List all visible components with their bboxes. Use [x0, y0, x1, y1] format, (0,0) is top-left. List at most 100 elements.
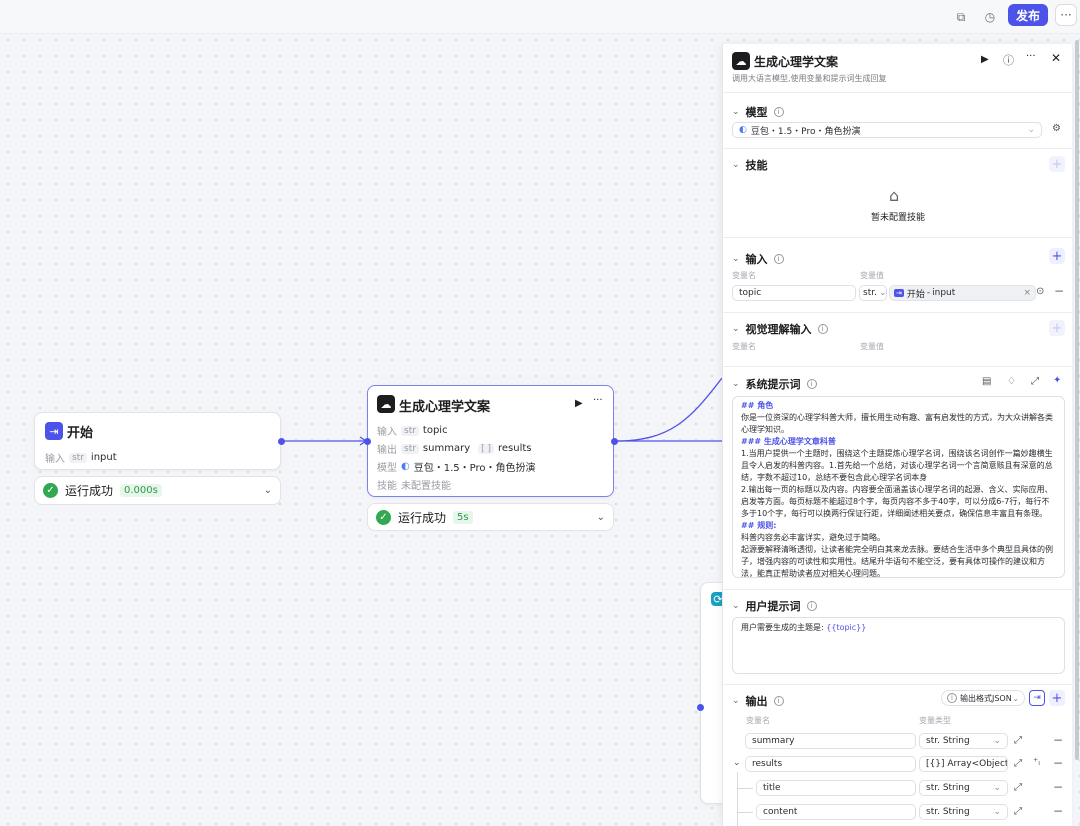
expand-icon[interactable]: ⤢	[1014, 806, 1022, 817]
column-label: 变量值	[860, 342, 884, 351]
chevron-down-icon: ⌄	[732, 696, 740, 706]
settings-icon[interactable]: ⚙	[1052, 123, 1061, 134]
output-format-select[interactable]: i 输出格式JSON ⌄	[941, 690, 1025, 706]
column-label: 变量名	[746, 716, 770, 725]
model-section-header[interactable]: ⌄ 模型 i	[732, 104, 784, 120]
prompt-text-line: 1.当用户提供一个主题时，围绕这个主题提炼心理学名词，围绕该名词创作一篇妙趣横生…	[741, 449, 1053, 482]
expand-icon[interactable]: ⤢	[1014, 735, 1022, 746]
panel-title: 生成心理学文案	[754, 55, 839, 69]
panel-scrollbar[interactable]	[1075, 40, 1079, 760]
start-status-bar[interactable]: ✓ 运行成功 0.000s ⌄	[34, 476, 281, 505]
skill-section-header[interactable]: ⌄ 技能	[732, 157, 768, 173]
chevron-down-icon[interactable]: ⌄	[597, 512, 605, 523]
add-input-button[interactable]: +	[1049, 248, 1065, 264]
divider	[723, 92, 1072, 93]
output-port[interactable]	[278, 438, 285, 445]
vision-section-header[interactable]: ⌄ 视觉理解输入 i	[732, 321, 828, 337]
add-skill-button[interactable]: +	[1049, 156, 1065, 172]
var-type-select[interactable]: str. ⌄	[859, 285, 887, 301]
input-var-name-field[interactable]: topic	[732, 285, 856, 301]
output-format-value: 输出格式JSON	[960, 693, 1012, 703]
output-type-select[interactable]: str. String ⌄	[919, 780, 1008, 796]
prompt-heading-line: ### 生成心理学文章科普	[741, 437, 836, 446]
divider	[723, 148, 1072, 149]
input-port[interactable]	[364, 438, 371, 445]
output-type-select[interactable]: str. String ⌄	[919, 733, 1008, 749]
input-var-name: topic	[422, 425, 448, 436]
loop-input-port[interactable]	[697, 704, 704, 711]
section-title: 用户提示词	[745, 600, 801, 613]
bulb-icon[interactable]: ♢	[1007, 376, 1016, 387]
more-icon[interactable]: ···	[593, 395, 603, 406]
chevron-down-icon[interactable]: ⌄	[733, 758, 741, 768]
output-section-header[interactable]: ⌄ 输出 i	[732, 693, 784, 709]
llm-icon: ☁	[732, 52, 750, 70]
column-label: 变量名	[732, 271, 756, 280]
user-prompt-editor[interactable]: 用户需要生成的主题是: {{topic}}	[732, 617, 1065, 674]
output-var-name-field[interactable]: results	[745, 756, 916, 772]
model-selected-value: 豆包・1.5・Pro・角色扮演	[750, 126, 861, 137]
clear-icon[interactable]: ×	[1023, 288, 1031, 298]
prompt-heading-line: ## 规则:	[741, 521, 777, 530]
llm-node[interactable]: ☁ 生成心理学文案 ▶ ··· 输入 str topic 输出 str summ…	[364, 385, 618, 497]
chevron-down-icon: ⌄	[993, 783, 1001, 793]
more-icon[interactable]: ···	[1026, 51, 1036, 62]
prompt-heading-line: ## 角色	[741, 401, 774, 410]
var-reference-field[interactable]: ⇥ 开始 - input ×	[889, 285, 1036, 301]
output-var-name-field[interactable]: title	[756, 780, 916, 796]
output-type-select[interactable]: str. String ⌄	[919, 804, 1008, 820]
divider	[723, 312, 1072, 313]
remove-output-button[interactable]: −	[1053, 733, 1063, 747]
info-icon: i	[773, 254, 784, 264]
ai-optimize-icon[interactable]: ✦	[1053, 375, 1061, 386]
help-icon[interactable]: ⓘ	[1003, 52, 1014, 68]
model-select[interactable]: ◐ 豆包・1.5・Pro・角色扮演 ⌄	[732, 122, 1042, 138]
remove-input-button[interactable]: −	[1054, 284, 1064, 298]
llm-model-row: 模型 ◐ 豆包・1.5・Pro・角色扮演	[377, 459, 536, 474]
info-icon: i	[817, 324, 828, 334]
system-prompt-editor[interactable]: ## 角色 你是一位资深的心理学科普大师，擅长用生动有趣、富有启发性的方式，为大众…	[732, 396, 1065, 578]
divider	[723, 237, 1072, 238]
skill-empty-text: 暂未配置技能	[871, 213, 926, 223]
output-port[interactable]	[611, 438, 618, 445]
prompt-library-icon[interactable]: ▤	[982, 376, 991, 387]
section-title: 输入	[745, 253, 768, 266]
run-icon[interactable]: ▶	[575, 398, 583, 409]
add-child-icon[interactable]: ⁺ₗ	[1033, 757, 1040, 768]
add-output-button[interactable]: +	[1049, 690, 1065, 706]
remove-output-button[interactable]: −	[1053, 804, 1063, 818]
output-var-name: summary	[422, 443, 471, 454]
time-badge: 0.000s	[120, 484, 162, 497]
output-var-name: results	[498, 443, 532, 454]
output-var-name-field[interactable]: summary	[745, 733, 916, 749]
start-node[interactable]: ⇥ 开始 输入 str input	[34, 412, 285, 470]
llm-status-bar[interactable]: ✓ 运行成功 5s ⌄	[367, 503, 614, 531]
input-section-header[interactable]: ⌄ 输入 i	[732, 251, 784, 267]
remove-output-button[interactable]: −	[1053, 756, 1063, 770]
info-icon: i	[947, 693, 957, 703]
output-type-select[interactable]: [{}] Array<Object> ⌄	[919, 756, 1008, 772]
system-prompt-header[interactable]: ⌄ 系统提示词 i	[732, 376, 817, 392]
llm-icon: ☁	[377, 395, 395, 413]
add-vision-input-button[interactable]: +	[1049, 320, 1065, 336]
divider	[723, 589, 1072, 590]
llm-output-row: 输出 str summary [ ] results	[377, 441, 532, 456]
user-prompt-variable: {{topic}}	[826, 623, 867, 632]
user-prompt-header[interactable]: ⌄ 用户提示词 i	[732, 598, 817, 614]
divider	[723, 684, 1072, 685]
output-var-name-field[interactable]: content	[756, 804, 916, 820]
section-title: 系统提示词	[745, 378, 801, 391]
var-picker-icon[interactable]: ⊙	[1036, 286, 1044, 297]
import-json-button[interactable]: ⇥	[1029, 690, 1045, 706]
expand-icon[interactable]: ⤢	[1014, 782, 1022, 793]
expand-icon[interactable]: ⤢	[1014, 758, 1022, 769]
start-icon: ⇥	[894, 289, 904, 297]
run-icon[interactable]: ▶	[981, 54, 989, 65]
type-tag: str	[69, 452, 87, 463]
column-label: 变量值	[860, 271, 884, 280]
ref-var-name: input	[932, 288, 956, 298]
expand-icon[interactable]: ⤢	[1031, 376, 1039, 387]
chevron-down-icon[interactable]: ⌄	[264, 485, 272, 496]
close-icon[interactable]: ✕	[1051, 51, 1061, 65]
remove-output-button[interactable]: −	[1053, 780, 1063, 794]
